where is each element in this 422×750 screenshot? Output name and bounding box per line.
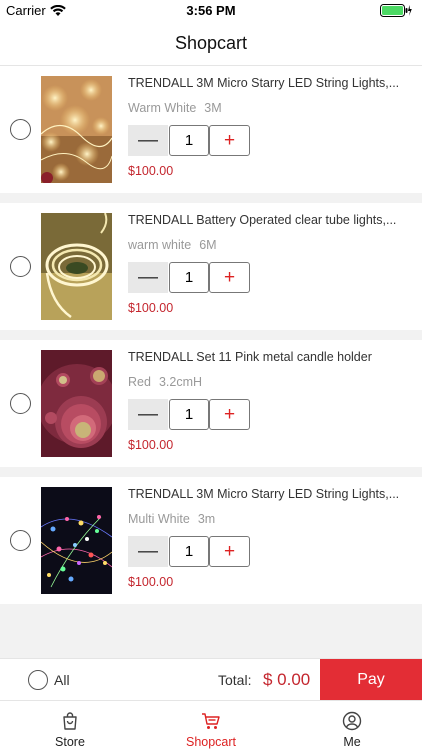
page-title: Shopcart bbox=[174, 33, 248, 53]
cart-icon bbox=[201, 711, 221, 731]
select-all-checkbox[interactable] bbox=[28, 670, 48, 690]
product-name[interactable]: TRENDALL Set 11 Pink metal candle holder bbox=[128, 350, 410, 364]
increase-quantity-button[interactable]: + bbox=[209, 399, 250, 430]
tab-bar: Store Shopcart Me bbox=[0, 700, 422, 750]
clock: 3:56 PM bbox=[186, 3, 236, 18]
product-spec: Multi White 3m bbox=[128, 512, 215, 526]
tab-label: Store bbox=[55, 735, 85, 749]
total-label: Total: bbox=[218, 672, 252, 688]
item-select-checkbox[interactable] bbox=[10, 393, 31, 414]
product-name[interactable]: TRENDALL 3M Micro Starry LED String Ligh… bbox=[128, 487, 410, 501]
spec-color: Multi White bbox=[128, 512, 190, 526]
cart-list: TRENDALL 3M Micro Starry LED String Ligh… bbox=[0, 66, 422, 614]
increase-quantity-button[interactable]: + bbox=[209, 536, 250, 567]
decrease-quantity-button[interactable]: — bbox=[128, 399, 168, 430]
tab-store[interactable]: Store bbox=[0, 701, 140, 750]
quantity-stepper: — 1 + bbox=[128, 125, 250, 156]
product-price: $100.00 bbox=[128, 301, 174, 315]
item-select-checkbox[interactable] bbox=[10, 119, 31, 140]
bag-icon bbox=[60, 711, 80, 731]
tab-me[interactable]: Me bbox=[282, 701, 422, 750]
quantity-stepper: — 1 + bbox=[128, 262, 250, 293]
product-image[interactable] bbox=[41, 487, 112, 594]
cart-item: TRENDALL 3M Micro Starry LED String Ligh… bbox=[0, 477, 422, 604]
quantity-field[interactable]: 1 bbox=[169, 399, 209, 430]
spec-color: Red bbox=[128, 375, 151, 389]
product-image[interactable] bbox=[41, 76, 112, 183]
pay-button[interactable]: Pay bbox=[320, 659, 422, 701]
tab-label: Me bbox=[343, 735, 361, 749]
item-select-checkbox[interactable] bbox=[10, 256, 31, 277]
tab-label: Shopcart bbox=[185, 735, 237, 749]
spec-color: warm white bbox=[128, 238, 192, 252]
checkout-bar: All Total: $ 0.00 Pay bbox=[0, 658, 422, 701]
product-price: $100.00 bbox=[128, 164, 174, 178]
spec-size: 3M bbox=[204, 101, 222, 115]
product-spec: Red 3.2cmH bbox=[128, 375, 202, 389]
increase-quantity-button[interactable]: + bbox=[209, 262, 250, 293]
product-price: $100.00 bbox=[128, 438, 174, 452]
item-select-checkbox[interactable] bbox=[10, 530, 31, 551]
quantity-field[interactable]: 1 bbox=[169, 262, 209, 293]
cart-item: TRENDALL Set 11 Pink metal candle holder… bbox=[0, 340, 422, 467]
spec-color: Warm White bbox=[128, 101, 197, 115]
cart-item: TRENDALL Battery Operated clear tube lig… bbox=[0, 203, 422, 330]
total-amount: $ 0.00 bbox=[263, 670, 311, 689]
spec-size: 6M bbox=[199, 238, 217, 252]
spec-size: 3.2cmH bbox=[158, 375, 203, 389]
navigation-bar: Shopcart bbox=[0, 22, 422, 66]
product-image[interactable] bbox=[41, 350, 112, 457]
quantity-stepper: — 1 + bbox=[128, 399, 250, 430]
status-bar: Carrier 3:56 PM bbox=[0, 0, 422, 22]
user-icon bbox=[342, 711, 362, 731]
quantity-field[interactable]: 1 bbox=[169, 125, 209, 156]
tab-shopcart[interactable]: Shopcart bbox=[141, 701, 281, 750]
product-name[interactable]: TRENDALL Battery Operated clear tube lig… bbox=[128, 213, 410, 227]
product-spec: warm white 6M bbox=[128, 238, 217, 252]
product-name[interactable]: TRENDALL 3M Micro Starry LED String Ligh… bbox=[128, 76, 410, 90]
decrease-quantity-button[interactable]: — bbox=[128, 125, 168, 156]
battery-icon bbox=[380, 4, 412, 22]
spec-size: 3m bbox=[197, 512, 216, 526]
product-spec: Warm White 3M bbox=[128, 101, 222, 115]
decrease-quantity-button[interactable]: — bbox=[128, 536, 168, 567]
product-image[interactable] bbox=[41, 213, 112, 320]
product-price: $100.00 bbox=[128, 575, 174, 589]
quantity-field[interactable]: 1 bbox=[169, 536, 209, 567]
quantity-stepper: — 1 + bbox=[128, 536, 250, 567]
increase-quantity-button[interactable]: + bbox=[209, 125, 250, 156]
cart-item: TRENDALL 3M Micro Starry LED String Ligh… bbox=[0, 66, 422, 193]
select-all-label[interactable]: All bbox=[54, 672, 70, 688]
decrease-quantity-button[interactable]: — bbox=[128, 262, 168, 293]
